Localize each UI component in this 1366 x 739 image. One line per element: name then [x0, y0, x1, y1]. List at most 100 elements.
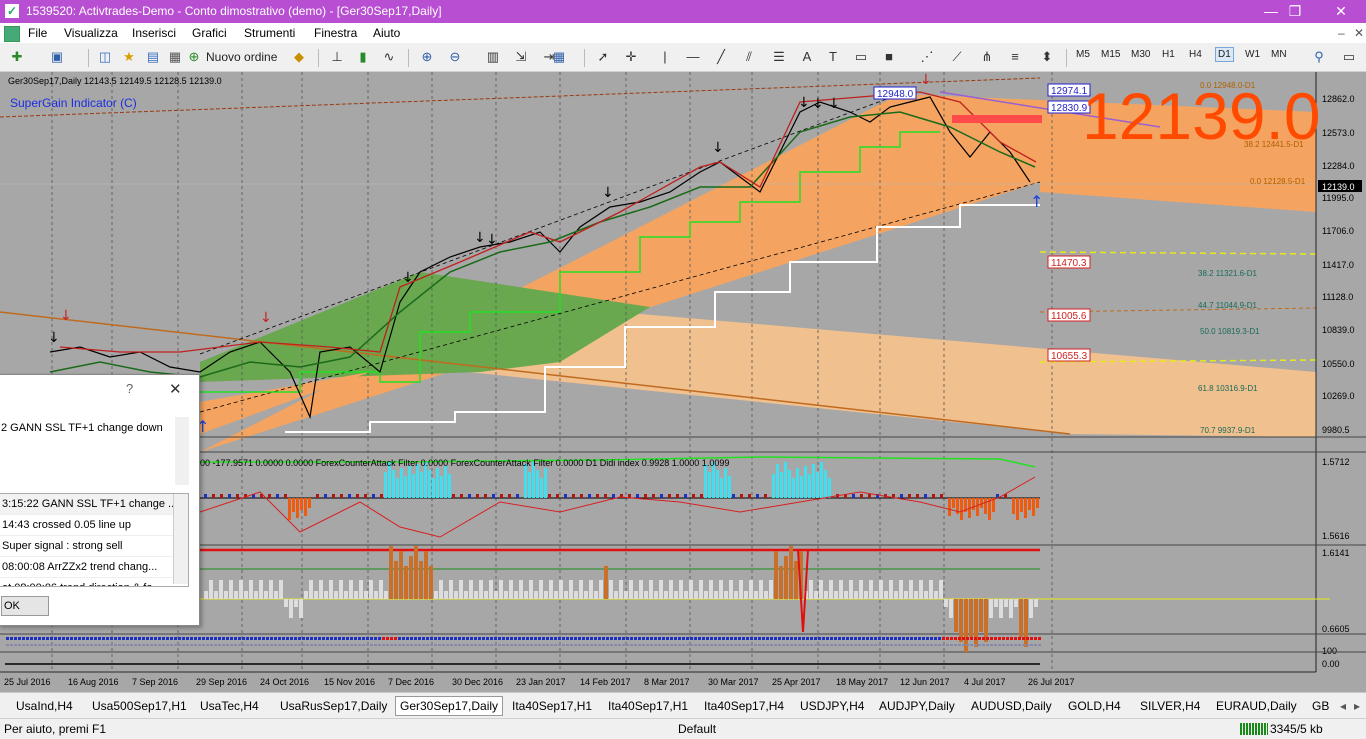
menu-view[interactable]: Visualizza: [64, 26, 118, 40]
chart-area[interactable]: ↓ ↓ ↓ ↓ ↓ ↓ ↓ ↓ ↓ ↓ ↓ ↓ ↑ ↑ 12862.0 12573.0 12284.…: [0, 72, 1366, 692]
tab-audusd-daily[interactable]: AUDUSD,Daily: [967, 697, 1056, 715]
message-scrollbar[interactable]: [175, 417, 189, 485]
timeframe-m15[interactable]: M15: [1101, 49, 1120, 60]
crosshair-icon[interactable]: ✛: [622, 48, 640, 66]
menu-tools[interactable]: Strumenti: [244, 26, 295, 40]
fib-fan-icon[interactable]: ⋰: [918, 48, 936, 66]
histogram-bar: [308, 498, 311, 508]
mdi-minimize-button[interactable]: –: [1338, 26, 1345, 40]
signal-dot: [322, 644, 325, 646]
vertical-line-icon[interactable]: |: [656, 48, 674, 66]
list-item[interactable]: 3:15:22 GANN SSL TF+1 change ...: [0, 494, 188, 515]
buy-arrow-icon: ↑: [1030, 192, 1043, 211]
signal-dot: [418, 644, 421, 646]
tab-gold-h4[interactable]: GOLD,H4: [1064, 697, 1125, 715]
list-scrollbar[interactable]: [173, 494, 188, 584]
menu-file[interactable]: File: [28, 26, 47, 40]
candlestick-icon[interactable]: ▮: [354, 48, 372, 66]
gann-icon[interactable]: ⟋: [948, 48, 966, 66]
menu-help[interactable]: Aiuto: [373, 26, 400, 40]
timeframe-mn[interactable]: MN: [1271, 49, 1287, 60]
autotrading-icon[interactable]: ◆: [290, 48, 308, 66]
chat-icon[interactable]: ▭: [1340, 48, 1358, 66]
signal-dot: [442, 644, 445, 646]
terminal-icon[interactable]: ▦: [166, 48, 184, 66]
text-icon[interactable]: A: [798, 48, 816, 66]
fibonacci-icon[interactable]: ☰: [770, 48, 788, 66]
rectangle-tool-icon[interactable]: ▭: [852, 48, 870, 66]
signal-dot: [974, 644, 977, 646]
tab-usatec-h4[interactable]: UsaTec,H4: [196, 697, 263, 715]
search-icon[interactable]: ⚲: [1310, 48, 1328, 66]
timeframe-m30[interactable]: M30: [1131, 49, 1150, 60]
close-button[interactable]: ✕: [1318, 0, 1364, 23]
line-chart-icon[interactable]: ∿: [380, 48, 398, 66]
arrows-icon[interactable]: ⬍: [1038, 48, 1056, 66]
mdi-close-button[interactable]: ✕: [1354, 26, 1364, 40]
histogram-bar: [396, 478, 399, 498]
new-chart-icon[interactable]: ✚: [8, 48, 26, 66]
tab-gb[interactable]: GB: [1308, 697, 1333, 715]
cursor-icon[interactable]: ➚: [594, 48, 612, 66]
dialog-close-button[interactable]: ✕: [169, 380, 182, 398]
help-button[interactable]: ?: [126, 381, 133, 396]
tab-usaind-h4[interactable]: UsaInd,H4: [12, 697, 77, 715]
ok-button[interactable]: OK: [1, 596, 49, 616]
market-watch-icon[interactable]: ◫: [96, 48, 114, 66]
chart-canvas[interactable]: ↓↓ ↓ ↓↓↓ ↓ ↓ ↓ ↓ ↓↓ ↑ ↑ 12862.012573.012284.…: [0, 72, 1366, 692]
menu-window[interactable]: Finestra: [314, 26, 357, 40]
cycle-lines-icon[interactable]: ≡: [1006, 48, 1024, 66]
pitchfork-icon[interactable]: ⋔: [978, 48, 996, 66]
menu-charts[interactable]: Grafici: [192, 26, 227, 40]
tab-audjpy-daily[interactable]: AUDJPY,Daily: [875, 697, 959, 715]
autoscroll-icon[interactable]: ⇲: [512, 48, 530, 66]
profiles-icon[interactable]: ▣: [48, 48, 66, 66]
tab-ger30-daily[interactable]: Ger30Sep17,Daily: [395, 696, 504, 716]
new-order-button[interactable]: Nuovo ordine: [206, 50, 277, 64]
list-item[interactable]: 08:00:08 ArrZZx2 trend chang...: [0, 557, 188, 578]
label-icon[interactable]: T: [824, 48, 842, 66]
list-item[interactable]: 14:43 crossed 0.05 line up: [0, 515, 188, 536]
tab-usa500-h1[interactable]: Usa500Sep17,H1: [88, 697, 191, 715]
timeframe-w1[interactable]: W1: [1245, 49, 1260, 60]
tab-ita40-h1-b[interactable]: Ita40Sep17,H1: [604, 697, 692, 715]
tab-usarus-daily[interactable]: UsaRusSep17,Daily: [276, 697, 391, 715]
tab-euraud-daily[interactable]: EURAUD,Daily: [1212, 697, 1301, 715]
tab-usdjpy-h4[interactable]: USDJPY,H4: [796, 697, 868, 715]
big-price-display: 12139.0: [1082, 79, 1321, 153]
restore-button[interactable]: ❐: [1272, 0, 1318, 23]
histogram-bar: [989, 599, 993, 618]
timeframe-h1[interactable]: H1: [1162, 49, 1175, 60]
signal-dot: [922, 637, 925, 640]
timeframe-h4[interactable]: H4: [1189, 49, 1202, 60]
list-item[interactable]: Super signal : strong sell: [0, 536, 188, 557]
menu-insert[interactable]: Inserisci: [132, 26, 176, 40]
alert-list[interactable]: 3:15:22 GANN SSL TF+1 change ... 14:43 c…: [0, 493, 189, 587]
bar-chart-icon[interactable]: ⊥: [328, 48, 346, 66]
new-order-icon[interactable]: ⊕: [185, 48, 203, 66]
timeframe-m5[interactable]: M5: [1076, 49, 1090, 60]
channel-icon[interactable]: ⫽: [740, 48, 758, 66]
histogram-bar: [234, 591, 238, 599]
trendline-icon[interactable]: ╱: [712, 48, 730, 66]
indicators-icon[interactable]: ▦: [550, 48, 568, 66]
tab-ita40-h1-a[interactable]: Ita40Sep17,H1: [508, 697, 596, 715]
tabs-scroll-left-icon[interactable]: ◂: [1336, 697, 1350, 715]
data-window-icon[interactable]: ★: [120, 48, 138, 66]
histogram-bar: [292, 498, 295, 512]
horizontal-line-icon[interactable]: ―: [684, 48, 702, 66]
histogram-bar: [588, 494, 591, 498]
zoom-in-icon[interactable]: ⊕: [418, 48, 436, 66]
sub1-red-line: [199, 476, 1036, 538]
tab-ita40-h4[interactable]: Ita40Sep17,H4: [700, 697, 788, 715]
chart-window-icon[interactable]: [4, 26, 20, 42]
zoom-out-icon[interactable]: ⊖: [446, 48, 464, 66]
timeframe-d1[interactable]: D1: [1215, 47, 1234, 62]
tab-silver-h4[interactable]: SILVER,H4: [1136, 697, 1204, 715]
navigator-icon[interactable]: ▤: [144, 48, 162, 66]
tabs-scroll-right-icon[interactable]: ▸: [1350, 697, 1364, 715]
list-item[interactable]: at 08:00:06 trend direction & fo...: [0, 578, 188, 586]
rectangle-filled-icon[interactable]: ■: [880, 48, 898, 66]
tile-windows-icon[interactable]: ▥: [484, 48, 502, 66]
signal-dot: [634, 637, 637, 640]
